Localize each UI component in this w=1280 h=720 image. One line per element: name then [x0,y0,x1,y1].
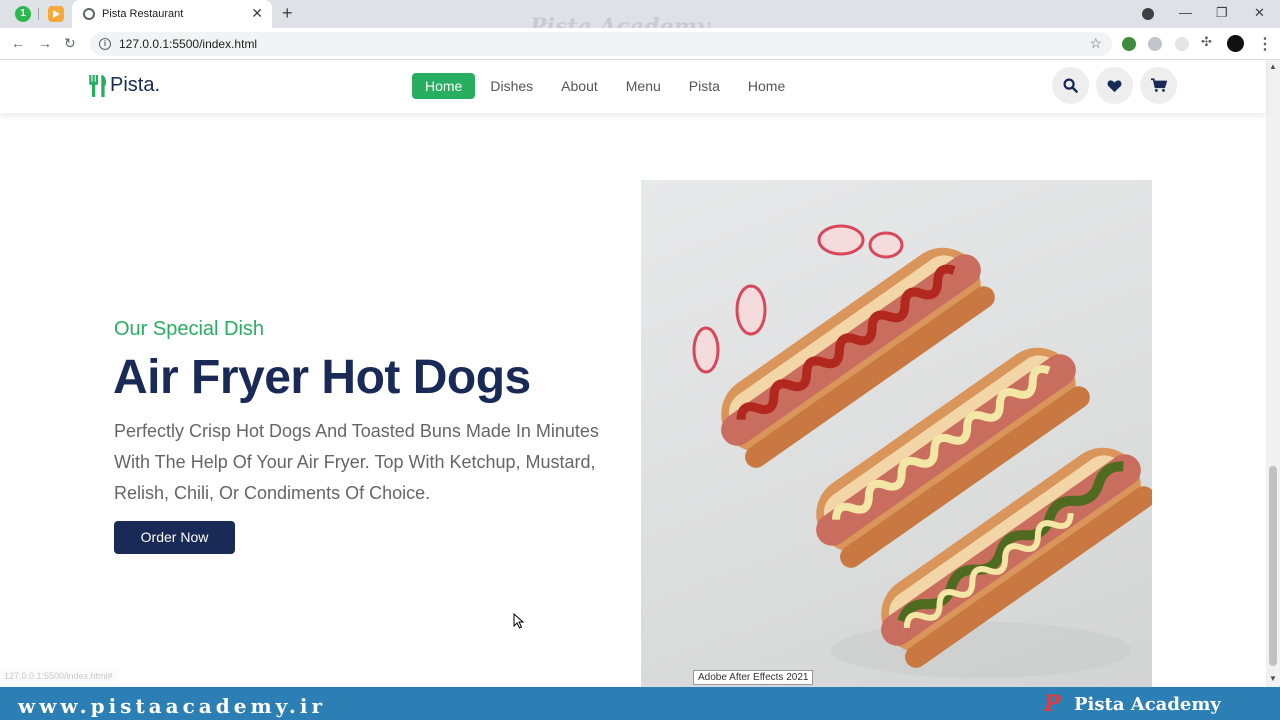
page-scrollbar[interactable]: ▲ ▼ [1266,60,1280,687]
puzzle-icon[interactable]: ✣ [1201,34,1215,49]
close-window-icon[interactable]: ✕ [1254,5,1265,21]
reload-icon[interactable]: ↻ [64,35,76,52]
profile-icon[interactable] [1142,8,1154,20]
minimize-icon[interactable]: — [1179,5,1192,20]
pista-academy-logo-icon: P [1044,691,1061,717]
nav-menu[interactable]: Menu [613,73,674,99]
extension-icon-3[interactable] [1175,37,1189,51]
tab-close-icon[interactable]: ✕ [251,5,263,22]
pinned-tab-whatsapp[interactable]: 1 [15,6,31,22]
scroll-up-icon[interactable]: ▲ [1269,62,1277,71]
site-header: Pista. Home Dishes About Menu Pista Home [0,60,1266,113]
address-bar[interactable]: i 127.0.0.1:5500/index.html ☆ [90,32,1112,56]
tab-separator [38,8,39,20]
utensils-icon [89,74,107,97]
url-text[interactable]: 127.0.0.1:5500/index.html [119,37,257,51]
info-icon[interactable]: i [99,38,111,50]
tab-title: Pista Restaurant [102,8,184,20]
mouse-cursor-icon [513,613,525,629]
branding-url: www.pistaacademy.ir [18,694,327,718]
nav-about[interactable]: About [548,73,611,99]
hero-title: Air Fryer Hot Dogs [113,351,531,404]
nav-home[interactable]: Home [412,73,476,99]
hot-dog-image [641,180,1152,687]
logo[interactable]: Pista. [88,74,160,97]
scroll-down-icon[interactable]: ▼ [1269,674,1277,683]
new-tab-button[interactable]: + [282,3,293,24]
globe-icon [83,8,95,20]
back-icon[interactable]: ← [11,35,25,51]
cart-button[interactable] [1140,67,1177,104]
active-tab[interactable]: Pista Restaurant ✕ [72,0,272,28]
status-bar-url: 127.0.0.1:5500/index.html# [0,670,117,682]
cart-icon [1150,78,1167,92]
avatar[interactable] [1227,35,1244,52]
taskbar-tooltip: Adobe After Effects 2021 [693,670,814,685]
bookmark-star-icon[interactable]: ☆ [1089,35,1102,52]
more-menu-icon[interactable]: ⋮ [1257,34,1273,54]
hero-subtitle: Our Special Dish [114,318,265,340]
branding-bar: www.pistaacademy.ir P Pista Academy [0,687,1280,720]
extension-icon-2[interactable] [1148,37,1162,51]
favorites-button[interactable] [1096,67,1133,104]
branding-name: Pista Academy [1074,694,1221,715]
hero-description: Perfectly Crisp Hot Dogs And Toasted Bun… [114,421,599,503]
extension-icon-1[interactable] [1122,37,1136,51]
forward-icon[interactable]: → [38,35,52,51]
nav-dishes[interactable]: Dishes [477,73,546,99]
logo-text: Pista. [110,74,161,96]
nav-home-2[interactable]: Home [735,73,798,99]
hot-dogs-illustration [692,224,1152,678]
restore-icon[interactable]: ❐ [1216,5,1228,21]
scroll-thumb[interactable] [1269,466,1277,666]
nav-pista[interactable]: Pista [676,73,733,99]
browser-tab-strip: 1 Pista Restaurant ✕ + Pista Academy — ❐… [0,0,1280,40]
browser-toolbar: ← → ↻ i 127.0.0.1:5500/index.html ☆ ✣ ⋮ [0,28,1280,60]
search-icon [1063,78,1078,93]
main-nav: Home Dishes About Menu Pista Home [412,73,800,99]
heart-icon [1107,79,1122,92]
order-now-button[interactable]: Order Now [114,521,235,554]
pinned-tab-player[interactable] [48,6,64,22]
search-button[interactable] [1052,67,1089,104]
